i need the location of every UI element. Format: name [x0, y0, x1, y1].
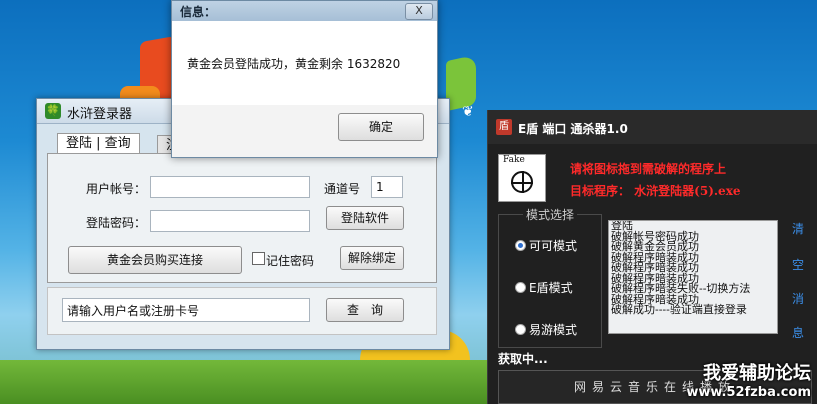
tool-window: 盾 E盾 端口 通杀器1.0 Fake 请将图标拖到需破解的程序上 目标程序： … — [487, 110, 817, 404]
radio-icon — [515, 282, 526, 293]
close-icon[interactable]: X — [405, 3, 433, 20]
shield-icon: 盾 — [496, 119, 512, 135]
desktop-butterfly-icon: ❦ — [462, 104, 474, 120]
mode-group: 模式选择 可可模式 E盾模式 易游模式 — [498, 206, 602, 348]
clear-message-button-4[interactable]: 息 — [792, 324, 804, 341]
crosshair-icon[interactable] — [511, 171, 533, 193]
info-titlebar: 信息： X — [172, 1, 437, 21]
drag-hint: 请将图标拖到需破解的程序上 — [570, 162, 727, 176]
tool-titlebar: 盾 E盾 端口 通杀器1.0 — [488, 110, 817, 144]
remember-label: 记住密码 — [266, 254, 315, 268]
mode-radio-keke[interactable]: 可可模式 — [515, 237, 577, 254]
music-play-button[interactable]: 网易云音乐在线播放 — [498, 370, 812, 404]
query-button[interactable]: 查 询 — [326, 298, 404, 322]
drag-target-box[interactable]: Fake — [498, 154, 546, 202]
query-panel: 查 询 — [47, 287, 437, 335]
clover-icon: 🍀 — [45, 103, 61, 119]
password-label: 登陆密码： — [86, 216, 147, 230]
mode-group-title: 模式选择 — [523, 206, 578, 223]
login-button[interactable]: 登陆软件 — [326, 206, 404, 230]
info-dialog: 信息： X 黄金会员登陆成功，黄金剩余 1632820 确定 — [171, 0, 438, 158]
channel-label: 通道号 — [324, 182, 361, 196]
radio-icon — [515, 324, 526, 335]
radio-selected-icon — [515, 240, 526, 251]
unbind-button[interactable]: 解除绑定 — [340, 246, 404, 270]
log-line: 破解成功----验证端直接登录 — [611, 303, 747, 316]
mode-label: E盾模式 — [529, 281, 573, 295]
channel-input[interactable] — [371, 176, 403, 198]
tool-window-title: E盾 端口 通杀器1.0 — [518, 122, 628, 136]
fake-label: Fake — [503, 155, 525, 165]
mode-radio-edun[interactable]: E盾模式 — [515, 279, 573, 296]
remember-checkbox[interactable] — [252, 252, 265, 265]
login-panel: 用户帐号： 通道号 登陆密码： 登陆软件 黄金会员购买连接 记住密码 解除绑定 — [47, 153, 437, 283]
target-program: 目标程序： 水浒登陆器(5).exe — [570, 184, 741, 198]
clear-message-button-3[interactable]: 消 — [792, 290, 804, 307]
clear-message-button-1[interactable]: 清 — [792, 220, 804, 237]
password-input[interactable] — [150, 210, 310, 232]
info-message: 黄金会员登陆成功，黄金剩余 1632820 — [187, 57, 401, 71]
desktop-flag-green — [446, 54, 476, 112]
query-input[interactable] — [62, 298, 310, 322]
mode-label: 可可模式 — [529, 239, 578, 253]
account-label: 用户帐号： — [86, 182, 147, 196]
info-body: 黄金会员登陆成功，黄金剩余 1632820 — [172, 21, 437, 105]
ok-button[interactable]: 确定 — [338, 113, 424, 141]
clear-message-button-2[interactable]: 空 — [792, 256, 804, 273]
info-title: 信息： — [180, 5, 217, 19]
tab-login-query[interactable]: 登陆 | 查询 — [57, 133, 140, 154]
mode-label: 易游模式 — [529, 323, 578, 337]
login-window-title: 水浒登录器 — [67, 107, 133, 122]
buy-gold-button[interactable]: 黄金会员购买连接 — [68, 246, 242, 274]
mode-radio-yiyou[interactable]: 易游模式 — [515, 321, 577, 338]
log-box[interactable]: 登陆 破解帐号密码成功 破解黄金会员成功 破解程序暗装成功 破解程序暗装成功 破… — [608, 220, 778, 334]
account-input[interactable] — [150, 176, 310, 198]
status-text: 获取中... — [498, 352, 548, 366]
